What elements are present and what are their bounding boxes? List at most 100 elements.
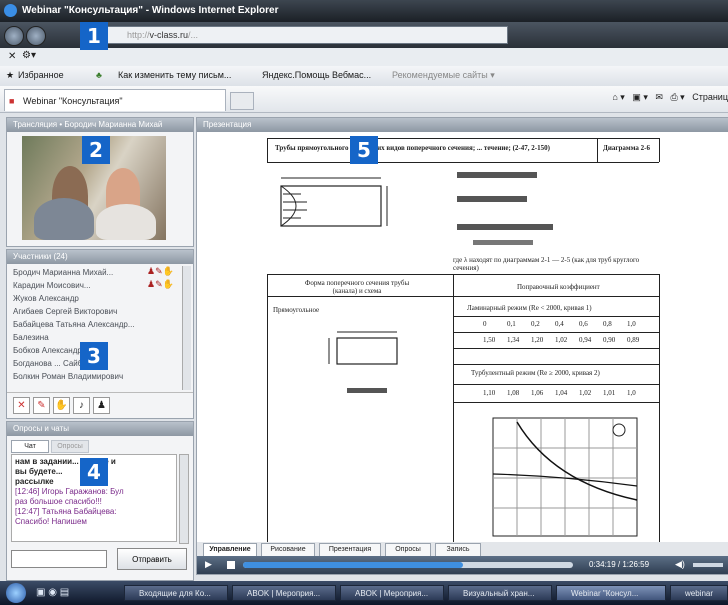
turbulent-cell: 1,0 (627, 389, 636, 397)
taskbar-item[interactable]: Визуальный хран... (448, 585, 552, 601)
doc-note: где λ находят по диаграммам 2-1 — 2-5 (к… (453, 256, 640, 272)
col-left-head: Форма поперечного сечения трубы (канала)… (304, 279, 410, 295)
taskbar-item[interactable]: Входящие для Ко... (124, 585, 228, 601)
laminar-cell: 0,90 (603, 336, 616, 344)
taskbar-item[interactable]: ABOK | Мероприя... (232, 585, 336, 601)
laminar-cell: 1,50 (483, 336, 496, 344)
tab-chat[interactable]: Чат (11, 440, 49, 453)
feeds-icon[interactable]: ▣ ▾ (632, 92, 648, 102)
play-icon[interactable]: ▶ (205, 559, 212, 570)
participant-item[interactable]: Болкин Роман Владимирович (7, 370, 183, 383)
playback-bar: ▶ 0:34:19 / 1:26:59 ◀) (197, 556, 728, 574)
doc-rule (453, 348, 659, 349)
turbulent-cell: 1,10 (483, 389, 496, 397)
window-title: Webinar "Консультация" - Windows Interne… (22, 5, 279, 16)
presenter-body-2 (96, 204, 156, 240)
callout-badge-2: 2 (82, 136, 110, 164)
doc-rule (267, 138, 268, 162)
pipe-flow-diagram (280, 177, 388, 227)
chat-header: Опросы и чаты (7, 422, 193, 436)
taskbar-item[interactable]: ABOK | Мероприя... (340, 585, 444, 601)
favorite-link-1[interactable]: Как изменить тему письм... (118, 70, 231, 80)
participants-toolbar: ✕ ✎ ✋ ♪ ♟ (7, 392, 193, 417)
callout-badge-1: 1 (80, 22, 108, 50)
doc-rule (597, 138, 598, 162)
chat-tabs: Чат Опросы (11, 440, 187, 453)
participant-item[interactable]: Агибаев Сергей Викторович (7, 305, 183, 318)
taskbar-item[interactable]: webinar (670, 585, 728, 601)
tab-drawing[interactable]: Рисование (261, 543, 315, 557)
start-button[interactable] (6, 583, 26, 603)
callout-badge-3: 3 (80, 342, 108, 370)
participants-header: Участники (24) (7, 250, 193, 264)
playback-time: 0:34:19 / 1:26:59 (589, 560, 650, 569)
forward-button[interactable] (26, 26, 46, 46)
page-icon: ■ (9, 96, 15, 106)
favorites-bar: ★ Избранное ♣ Как изменить тему письм...… (0, 66, 728, 87)
turbulent-cell: 1,02 (579, 389, 592, 397)
laminar-cell: 0,94 (579, 336, 592, 344)
participant-role-icons: ♟✎✋ (147, 279, 174, 289)
taskbar-item-active[interactable]: Webinar "Консул... (556, 585, 666, 601)
chat-scrollbar[interactable] (179, 454, 189, 544)
quicklaunch-icons[interactable]: ▣ ◉ ▤ (36, 587, 69, 598)
stop-icon[interactable] (227, 561, 235, 569)
doc-rule (267, 274, 268, 556)
presentation-header: Презентация (197, 118, 728, 132)
volume-slider[interactable] (693, 563, 723, 567)
presentation-bottom-tabs: Управление Рисование Презентация Опросы … (197, 542, 728, 557)
volume-icon[interactable]: ◀) (675, 559, 685, 570)
remove-user-icon[interactable]: ✕ (13, 397, 30, 414)
laminar-cell: 1,34 (507, 336, 520, 344)
tab-presentation[interactable]: Презентация (319, 543, 381, 557)
chat-input[interactable] (11, 550, 107, 568)
ratio-cell: 0,2 (531, 320, 540, 328)
rectangle-section-diagram (328, 331, 398, 393)
home-icon[interactable]: ⌂ ▾ (612, 92, 624, 102)
tab-webinar[interactable]: ■ Webinar "Консультация" (4, 89, 226, 111)
participant-role-icons: ♟✎✋ (147, 266, 174, 276)
add-favorites-icon[interactable]: ♣ (96, 70, 102, 80)
participant-item[interactable]: Жуков Александр (7, 292, 183, 305)
user-icon[interactable]: ♟ (93, 397, 110, 414)
print-icon[interactable]: ⎙ ▾ (670, 92, 684, 102)
tab-label: Webinar "Консультация" (23, 96, 123, 106)
favorites-button[interactable]: Избранное (18, 70, 64, 80)
chat-line: раз большое спасибо!!! (15, 497, 102, 506)
address-bar: http://v-class.ru/... (0, 22, 728, 48)
favorites-star-icon[interactable]: ★ (6, 70, 14, 81)
doc-diagram-label: Диаграмма 2-6 (603, 144, 650, 152)
tab-record[interactable]: Запись (435, 543, 481, 557)
microphone-icon[interactable]: ♪ (73, 397, 90, 414)
laminar-label: Ламинарный режим (Re < 2000, кривая 1) (467, 304, 592, 312)
chat-line: [12:46] Игорь Гаражанов: Бул (15, 487, 124, 496)
window-title-bar: Webinar "Консультация" - Windows Interne… (0, 0, 728, 22)
playback-track[interactable] (243, 562, 573, 568)
close-icon[interactable]: ✕ (8, 51, 16, 62)
favorite-link-2[interactable]: Яндекс.Помощь Вебмас... (262, 70, 371, 80)
turbulent-cell: 1,01 (603, 389, 616, 397)
draw-permission-icon[interactable]: ✎ (33, 397, 50, 414)
doc-rule (453, 316, 659, 317)
doc-rule (453, 402, 659, 403)
new-tab-button[interactable] (230, 92, 254, 110)
favorite-link-3[interactable]: Рекомендуемые сайты ▾ (392, 70, 495, 81)
send-button[interactable]: Отправить (117, 548, 187, 570)
tab-control[interactable]: Управление (203, 543, 257, 557)
video-panel-header: Трансляция • Бородич Марианна Михай (7, 118, 193, 132)
turbulent-cell: 1,06 (531, 389, 544, 397)
convert-icon[interactable]: ⚙▾ (22, 50, 36, 61)
participants-scrollbar[interactable] (182, 266, 191, 390)
page-menu[interactable]: Страниц (692, 92, 728, 102)
tab-polls[interactable]: Опросы (385, 543, 431, 557)
mail-icon[interactable]: ✉ (655, 92, 663, 102)
shape-label: Прямоугольное (273, 306, 320, 314)
presentation-slide: Трубы прямоугольного ... и других видов … (257, 136, 669, 556)
correction-curves-diagram (492, 417, 638, 537)
back-button[interactable] (4, 26, 24, 46)
raise-hand-icon[interactable]: ✋ (53, 397, 70, 414)
command-row: ✕ ⚙▾ (0, 48, 728, 67)
tab-polls[interactable]: Опросы (51, 440, 89, 453)
participant-item[interactable]: Бабайцева Татьяна Александр... (7, 318, 183, 331)
url-field[interactable]: http://v-class.ru/... (96, 26, 508, 44)
